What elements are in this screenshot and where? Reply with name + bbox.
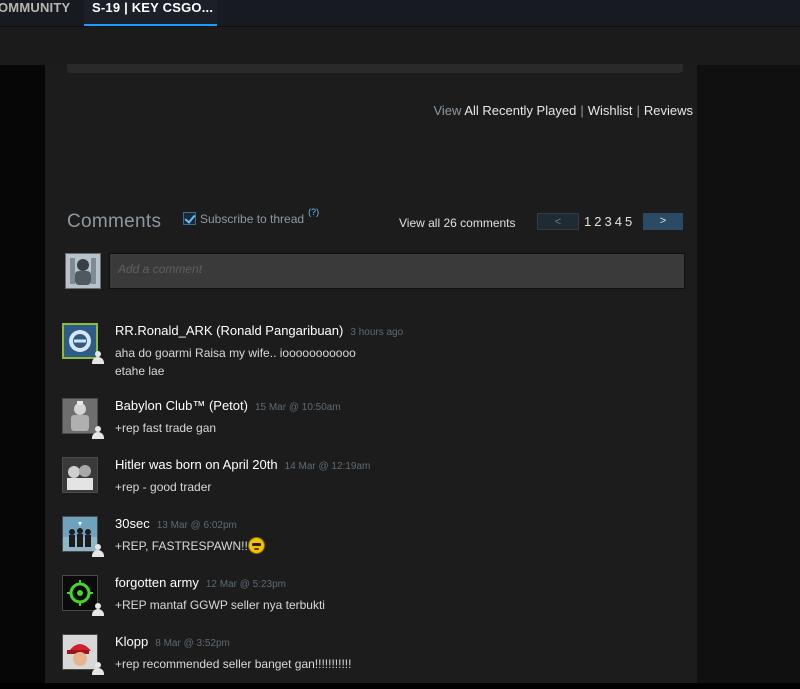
comment-author[interactable]: Klopp	[115, 634, 148, 649]
comment-item: forgotten army 12 Mar @ 5:23pm +REP manta…	[62, 575, 682, 630]
comment-author[interactable]: 30sec	[115, 516, 150, 531]
content-shelf	[67, 64, 683, 73]
comment-timestamp: 14 Mar @ 12:19am	[284, 461, 371, 472]
comment-author[interactable]: Babylon Club™ (Petot)	[115, 398, 248, 413]
comment-timestamp: 3 hours ago	[350, 327, 404, 338]
comment-timestamp: 8 Mar @ 3:52pm	[155, 638, 230, 649]
comment-input[interactable]: Add a comment	[109, 253, 685, 289]
comment-item: 30sec 13 Mar @ 6:02pm +REP, FASTRESPAWN!!	[62, 516, 682, 571]
comment-item: RR.Ronald_ARK (Ronald Pangaribuan) 3 hour…	[62, 323, 682, 378]
comment-text: +rep fast trade gan	[115, 421, 217, 435]
friend-icon	[92, 426, 104, 439]
emoticon-icon	[247, 537, 265, 554]
my-avatar[interactable]	[65, 253, 101, 289]
comment-text-wrapper: +REP, FASTRESPAWN!!	[115, 537, 265, 555]
link-separator: |	[636, 103, 640, 118]
friend-icon	[92, 603, 104, 616]
comment-text: aha do goarmi Raisa my wife.. iooooooooo…	[115, 346, 356, 378]
soldiers-photo-icon	[63, 458, 97, 492]
friend-icon	[92, 544, 104, 557]
comment-author[interactable]: Hitler was born on April 20th	[115, 457, 278, 472]
page-link[interactable]: 5	[625, 214, 632, 229]
tab-profile[interactable]: S-19 | KEY CSGO...	[84, 0, 217, 26]
help-link[interactable]: (?)	[308, 207, 319, 217]
avatar[interactable]	[62, 457, 98, 493]
profile-links: View All Recently Played | Wishlist | Review…	[433, 103, 693, 118]
statue-avatar-icon	[66, 254, 100, 288]
comment-timestamp: 15 Mar @ 10:50am	[254, 402, 341, 413]
subscribe-toggle[interactable]: Subscribe to thread (?)	[183, 207, 319, 226]
comment-item: Klopp 8 Mar @ 3:52pm +rep recommended sel…	[62, 634, 682, 689]
link-reviews[interactable]: Reviews	[644, 103, 693, 118]
comment-timestamp: 12 Mar @ 5:23pm	[205, 579, 287, 590]
comment-item: Hitler was born on April 20th 14 Mar @ 12…	[62, 457, 682, 512]
pager-pages: 12345	[584, 214, 635, 229]
comment-text: +rep - good trader	[115, 480, 212, 494]
comment-timestamp: 13 Mar @ 6:02pm	[156, 520, 237, 531]
pager-next-button[interactable]: >	[643, 213, 683, 230]
sub-nav-bar	[0, 26, 800, 66]
comment-text: +REP mantaf GGWP seller nya terbukti	[115, 598, 325, 612]
link-separator: |	[580, 103, 584, 118]
link-recently-played[interactable]: All Recently Played	[464, 103, 576, 118]
friend-icon	[92, 351, 104, 364]
friend-icon	[92, 662, 104, 675]
page-link[interactable]: 4	[615, 214, 622, 229]
comments-title: Comments	[67, 211, 162, 232]
comment-text: +REP, FASTRESPAWN!!	[115, 539, 248, 553]
comment-text: +rep recommended seller banget gan!!!!!!…	[115, 657, 352, 671]
comment-author[interactable]: RR.Ronald_ARK (Ronald Pangaribuan)	[115, 323, 343, 338]
comment-item: Babylon Club™ (Petot) 15 Mar @ 10:50am +r…	[62, 398, 682, 453]
page-link[interactable]: 2	[594, 214, 601, 229]
left-margin	[0, 65, 45, 683]
pager-prev-button[interactable]: <	[537, 213, 579, 230]
link-wishlist[interactable]: Wishlist	[588, 103, 633, 118]
comment-author[interactable]: forgotten army	[115, 575, 199, 590]
page-link[interactable]: 3	[604, 214, 611, 229]
tab-community[interactable]: OMMUNITY	[0, 0, 70, 26]
subscribe-checkbox[interactable]	[183, 212, 196, 225]
subscribe-label[interactable]: Subscribe to thread	[200, 212, 304, 226]
view-all-comments-link[interactable]: View all 26 comments	[399, 216, 516, 230]
view-prefix: View	[433, 103, 462, 118]
page-link[interactable]: 1	[584, 214, 591, 229]
top-nav-bar: OMMUNITY S-19 | KEY CSGO...	[0, 0, 800, 26]
right-margin	[697, 65, 800, 683]
